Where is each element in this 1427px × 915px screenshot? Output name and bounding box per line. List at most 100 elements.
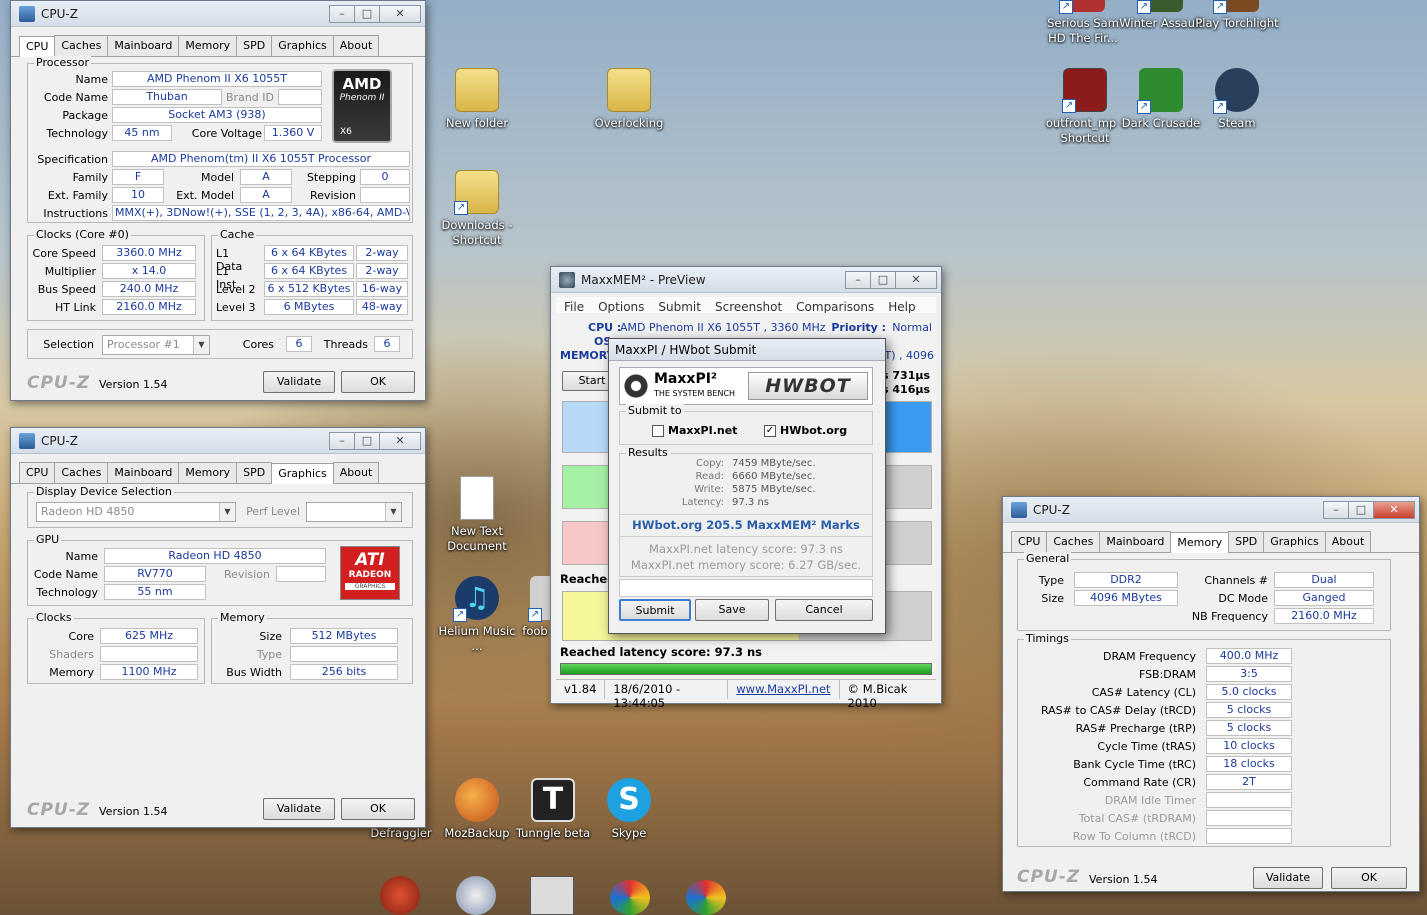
monitor-icon[interactable]	[530, 876, 574, 915]
tab-spd[interactable]: SPD	[236, 35, 273, 56]
tab-graphics[interactable]: Graphics	[271, 35, 334, 56]
disc-icon[interactable]	[456, 876, 496, 915]
maximize-button[interactable]: □	[354, 431, 380, 450]
close-button[interactable]: ✕	[1373, 500, 1415, 519]
cache-l1-data-way: 2-way	[356, 245, 408, 261]
tab-spd[interactable]: SPD	[1228, 531, 1265, 552]
tab-graphics[interactable]: Graphics	[1263, 531, 1326, 552]
submit-button[interactable]: Submit	[619, 599, 691, 621]
tab-caches[interactable]: Caches	[54, 35, 109, 56]
close-button[interactable]: ✕	[379, 4, 421, 23]
dc-mode-label: DC Mode	[1218, 592, 1268, 605]
tab-about[interactable]: About	[332, 35, 380, 56]
game-explorer-icon[interactable]	[686, 880, 726, 915]
validate-button[interactable]: Validate	[263, 798, 335, 820]
ok-button[interactable]: OK	[341, 798, 415, 820]
timings-group: Timings DRAM Frequency 400.0 MHz FSB:DRA…	[1017, 632, 1391, 847]
title-bar: CPU-Z – □ ✕	[11, 1, 425, 27]
results-group: Results Copy: 7459 MByte/sec. Read: 6660…	[619, 446, 873, 577]
menu-screenshot[interactable]: Screenshot	[715, 300, 782, 314]
desktop-icon-mozbackup[interactable]: MozBackup	[434, 778, 520, 841]
menu-options[interactable]: Options	[598, 300, 644, 314]
cache-level2-size: 6 x 512 KBytes	[264, 281, 354, 297]
close-button[interactable]: ✕	[895, 270, 937, 289]
website-link[interactable]: www.MaxxPI.net	[728, 680, 840, 699]
desktop-icon-tunngle[interactable]: T Tunngle beta	[510, 778, 596, 841]
menu-file[interactable]: File	[564, 300, 584, 314]
gpu-technology-label: Technology	[36, 586, 98, 599]
desktop-icon-new-folder[interactable]: New folder	[434, 68, 520, 131]
bus-speed-value: 240.0 MHz	[102, 281, 196, 297]
tab-about[interactable]: About	[1324, 531, 1372, 552]
desktop-icon-label: Serious Sam HD The Fir...	[1047, 16, 1119, 45]
desktop-icon-steam[interactable]: ↗ Steam	[1194, 68, 1280, 131]
desktop-icon-winter-assault[interactable]: ↗ Winter Assault	[1118, 0, 1204, 31]
tab-spd[interactable]: SPD	[236, 462, 273, 483]
channels-value: Dual	[1274, 572, 1374, 588]
desktop-icon-downloads[interactable]: ↗ Downloads - Shortcut	[434, 170, 520, 248]
close-button[interactable]: ✕	[379, 431, 421, 450]
desktop-icon-label: Defraggler	[370, 826, 432, 840]
gpu-clocks-group: Clocks Core 625 MHz Shaders Memory 1100 …	[27, 611, 205, 684]
maximize-button[interactable]: □	[354, 4, 380, 23]
ccleaner-icon[interactable]	[380, 876, 420, 915]
display-device-select[interactable]: Radeon HD 4850 ▼	[36, 502, 236, 522]
ok-button[interactable]: OK	[1331, 867, 1407, 889]
game-explorer-icon[interactable]	[610, 880, 650, 915]
radeon-text: RADEON	[348, 570, 392, 580]
menu-comparisons[interactable]: Comparisons	[796, 300, 874, 314]
maximize-button[interactable]: □	[1348, 500, 1374, 519]
tab-about[interactable]: About	[332, 462, 380, 483]
desktop-icon-new-text-document[interactable]: New Text Document	[434, 476, 520, 554]
cas-latency-label: CAS# Latency (CL)	[1091, 686, 1196, 699]
tab-mainboard[interactable]: Mainboard	[107, 462, 180, 483]
status-field	[619, 579, 873, 597]
save-button[interactable]: Save	[695, 599, 769, 621]
gpu-revision-value	[276, 566, 326, 582]
validate-button[interactable]: Validate	[1253, 867, 1323, 889]
tab-strip: CPU Caches Mainboard Memory SPD Graphics…	[11, 27, 425, 57]
ext-model-value: A	[240, 187, 292, 203]
perf-level-select[interactable]: ▼	[306, 502, 402, 522]
revision-value	[360, 187, 410, 203]
menu-help[interactable]: Help	[888, 300, 915, 314]
tab-caches[interactable]: Caches	[1046, 531, 1101, 552]
code-name-label: Code Name	[43, 91, 108, 104]
cancel-button[interactable]: Cancel	[775, 599, 873, 621]
group-title: GPU	[34, 533, 62, 546]
validate-button[interactable]: Validate	[263, 371, 335, 393]
tab-graphics[interactable]: Graphics	[271, 463, 334, 484]
tab-cpu[interactable]: CPU	[19, 36, 56, 57]
tab-memory[interactable]: Memory	[178, 35, 238, 56]
maximize-button[interactable]: □	[870, 270, 896, 289]
minimize-button[interactable]: –	[1323, 500, 1349, 519]
cpuz-app-icon	[19, 5, 35, 22]
minimize-button[interactable]: –	[845, 270, 871, 289]
desktop-icon-play-torchlight[interactable]: ↗ Play Torchlight	[1194, 0, 1280, 31]
cpuz-app-icon	[1011, 501, 1027, 518]
tab-cpu[interactable]: CPU	[19, 462, 56, 483]
hwbot-checkbox[interactable]: ✓	[764, 425, 776, 437]
menu-submit[interactable]: Submit	[658, 300, 701, 314]
tab-memory[interactable]: Memory	[1170, 532, 1230, 553]
torchlight-icon: ↗	[1213, 0, 1259, 14]
desktop-icon-serious-sam[interactable]: ↗ Serious Sam HD The Fir...	[1040, 0, 1126, 46]
tab-cpu[interactable]: CPU	[1011, 531, 1048, 552]
window-title: CPU-Z	[41, 6, 78, 21]
processor-select[interactable]: Processor #1 ▼	[102, 335, 210, 355]
tab-memory[interactable]: Memory	[178, 462, 238, 483]
desktop-icon-outfront[interactable]: ↗ outfront_mp - Shortcut	[1042, 68, 1128, 146]
ok-button[interactable]: OK	[341, 371, 415, 393]
minimize-button[interactable]: –	[329, 431, 355, 450]
minimize-button[interactable]: –	[329, 4, 355, 23]
desktop-icon-skype[interactable]: S Skype	[586, 778, 672, 841]
memory-type-label: Type	[1038, 574, 1064, 587]
tab-mainboard[interactable]: Mainboard	[1099, 531, 1172, 552]
maxxpi-checkbox[interactable]	[652, 425, 664, 437]
desktop-icon-dark-crusade[interactable]: ↗ Dark Crusade	[1118, 68, 1204, 131]
tab-caches[interactable]: Caches	[54, 462, 109, 483]
copy-label: Copy:	[695, 458, 724, 469]
desktop-icon-overlocking[interactable]: Overlocking	[586, 68, 672, 131]
core-voltage-value: 1.360 V	[264, 125, 322, 141]
tab-mainboard[interactable]: Mainboard	[107, 35, 180, 56]
